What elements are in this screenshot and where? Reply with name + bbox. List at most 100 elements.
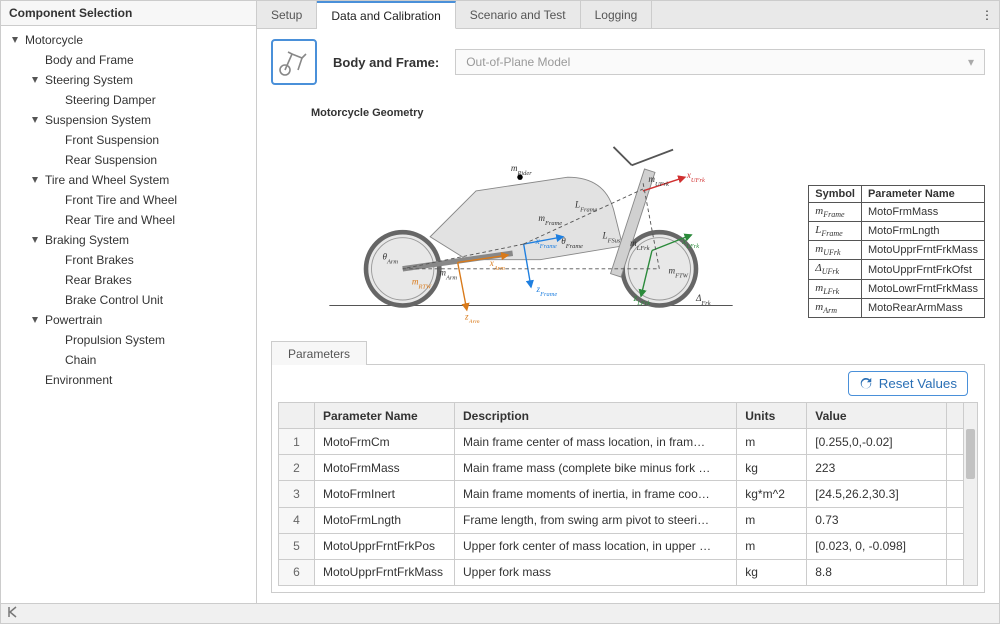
sidebar-title: Component Selection (1, 1, 256, 26)
cell-units[interactable]: kg (737, 559, 807, 585)
legend-symbol: mLFrk (809, 279, 862, 298)
table-header[interactable]: Units (737, 403, 807, 429)
table-row[interactable]: 2MotoFrmMassMain frame mass (complete bi… (279, 455, 964, 481)
cell-value[interactable]: [0.255,0,-0.02] (807, 429, 947, 455)
main-tabs: Setup Data and Calibration Scenario and … (257, 1, 999, 29)
table-row[interactable]: 3MotoFrmInertMain frame moments of inert… (279, 481, 964, 507)
cell-name[interactable]: MotoFrmCm (315, 429, 455, 455)
cell-value[interactable]: [24.5,26.2,30.3] (807, 481, 947, 507)
table-row[interactable]: 1MotoFrmCmMain frame center of mass loca… (279, 429, 964, 455)
tree-label: Braking System (45, 233, 129, 247)
legend-param-name: MotoUpprFrntFrkMass (861, 241, 984, 260)
component-thumbnail[interactable] (271, 39, 317, 85)
component-tree[interactable]: Motorcycle Body and Frame Steering System S… (1, 26, 256, 603)
legend-row: mUFrkMotoUpprFrntFrkMass (809, 241, 985, 260)
tree-item-brake-control-unit[interactable]: Brake Control Unit (1, 290, 256, 310)
tab-data-and-calibration[interactable]: Data and Calibration (317, 1, 455, 29)
caret-icon (29, 236, 41, 244)
chevron-down-icon: ▾ (968, 55, 974, 69)
cell-value[interactable]: 223 (807, 455, 947, 481)
cell-units[interactable]: m (737, 507, 807, 533)
table-header[interactable]: Parameter Name (315, 403, 455, 429)
tree-label: Propulsion System (65, 333, 165, 347)
cell-desc[interactable]: Upper fork mass (455, 559, 737, 585)
tree-item-rear-tire-and-wheel[interactable]: Rear Tire and Wheel (1, 210, 256, 230)
cell-n: 3 (279, 481, 315, 507)
cell-desc[interactable]: Main frame mass (complete bike minus for… (455, 455, 737, 481)
tab-setup[interactable]: Setup (257, 1, 317, 28)
svg-text:zArm: zArm (464, 311, 480, 323)
motorcycle-geometry-svg: mRider mFrame LFrame xFrame θFrame zFram… (311, 123, 751, 323)
tab-scenario-and-test[interactable]: Scenario and Test (456, 1, 581, 28)
tree-item-suspension-system[interactable]: Suspension System (1, 110, 256, 130)
tree-label: Steering Damper (65, 93, 156, 107)
tree-label: Front Brakes (65, 253, 134, 267)
cell-desc[interactable]: Main frame moments of inertia, in frame … (455, 481, 737, 507)
tree-item-tire-and-wheel-system[interactable]: Tire and Wheel System (1, 170, 256, 190)
cell-value[interactable]: 8.8 (807, 559, 947, 585)
tree-item-body-and-frame[interactable]: Body and Frame (1, 50, 256, 70)
legend-row: mArmMotoRearArmMass (809, 298, 985, 317)
cell-units[interactable]: kg*m^2 (737, 481, 807, 507)
tree-label: Front Tire and Wheel (65, 193, 177, 207)
tree-item-front-suspension[interactable]: Front Suspension (1, 130, 256, 150)
parameters-tab[interactable]: Parameters (271, 341, 367, 365)
collapse-panel-icon[interactable] (7, 606, 19, 621)
tree-item-rear-brakes[interactable]: Rear Brakes (1, 270, 256, 290)
tabs-overflow-menu[interactable]: ⋮ (975, 1, 999, 28)
cell-desc[interactable]: Main frame center of mass location, in f… (455, 429, 737, 455)
scrollbar[interactable] (964, 402, 978, 586)
legend-param-name: MotoFrmMass (861, 202, 984, 221)
legend-symbol: LFrame (809, 222, 862, 241)
tree-label: Body and Frame (45, 53, 134, 67)
reset-values-button[interactable]: Reset Values (848, 371, 968, 396)
svg-text:zFrame: zFrame (536, 284, 558, 298)
tree-item-chain[interactable]: Chain (1, 350, 256, 370)
tree-item-rear-suspension[interactable]: Rear Suspension (1, 150, 256, 170)
cell-value[interactable]: 0.73 (807, 507, 947, 533)
legend-symbol: ΔUFrk (809, 260, 862, 279)
cell-desc[interactable]: Upper fork center of mass location, in u… (455, 533, 737, 559)
table-row[interactable]: 5MotoUpprFrntFrkPosUpper fork center of … (279, 533, 964, 559)
tree-item-front-brakes[interactable]: Front Brakes (1, 250, 256, 270)
cell-name[interactable]: MotoFrmInert (315, 481, 455, 507)
tab-logging[interactable]: Logging (581, 1, 653, 28)
tree-item-front-tire-and-wheel[interactable]: Front Tire and Wheel (1, 190, 256, 210)
table-header[interactable]: Value (807, 403, 947, 429)
legend-symbol: mUFrk (809, 241, 862, 260)
tree-item-braking-system[interactable]: Braking System (1, 230, 256, 250)
tree-item-motorcycle[interactable]: Motorcycle (1, 30, 256, 50)
legend-param-name: MotoFrmLngth (861, 222, 984, 241)
tree-item-propulsion-system[interactable]: Propulsion System (1, 330, 256, 350)
motorcycle-frame-icon (278, 46, 310, 78)
table-header[interactable] (279, 403, 315, 429)
tree-item-environment[interactable]: Environment (1, 370, 256, 390)
cell-desc[interactable]: Frame length, from swing arm pivot to st… (455, 507, 737, 533)
table-row[interactable]: 6MotoUpprFrntFrkMassUpper fork masskg8.8 (279, 559, 964, 585)
model-dropdown[interactable]: Out-of-Plane Model ▾ (455, 49, 985, 75)
tree-label: Rear Suspension (65, 153, 157, 167)
cell-units[interactable]: m (737, 429, 807, 455)
cell-value[interactable]: [0.023, 0, -0.098] (807, 533, 947, 559)
tree-item-powertrain[interactable]: Powertrain (1, 310, 256, 330)
dropdown-value: Out-of-Plane Model (466, 55, 570, 69)
tree-label: Brake Control Unit (65, 293, 163, 307)
geometry-diagram: Motorcycle Geometry (311, 101, 796, 326)
svg-text:mUFrk: mUFrk (648, 174, 669, 188)
cell-name[interactable]: MotoFrmLngth (315, 507, 455, 533)
cell-n: 1 (279, 429, 315, 455)
table-row[interactable]: 4MotoFrmLngthFrame length, from swing ar… (279, 507, 964, 533)
cell-units[interactable]: m (737, 533, 807, 559)
table-header[interactable]: Description (455, 403, 737, 429)
cell-name[interactable]: MotoUpprFrntFrkMass (315, 559, 455, 585)
cell-units[interactable]: kg (737, 455, 807, 481)
caret-icon (29, 76, 41, 84)
tree-item-steering-damper[interactable]: Steering Damper (1, 90, 256, 110)
tree-item-steering-system[interactable]: Steering System (1, 70, 256, 90)
cell-name[interactable]: MotoFrmMass (315, 455, 455, 481)
legend-row: LFrameMotoFrmLngth (809, 222, 985, 241)
scrollbar-thumb[interactable] (966, 429, 975, 479)
legend-param-name: MotoRearArmMass (861, 298, 984, 317)
parameters-table[interactable]: Parameter NameDescriptionUnitsValue1Moto… (278, 402, 964, 586)
cell-name[interactable]: MotoUpprFrntFrkPos (315, 533, 455, 559)
